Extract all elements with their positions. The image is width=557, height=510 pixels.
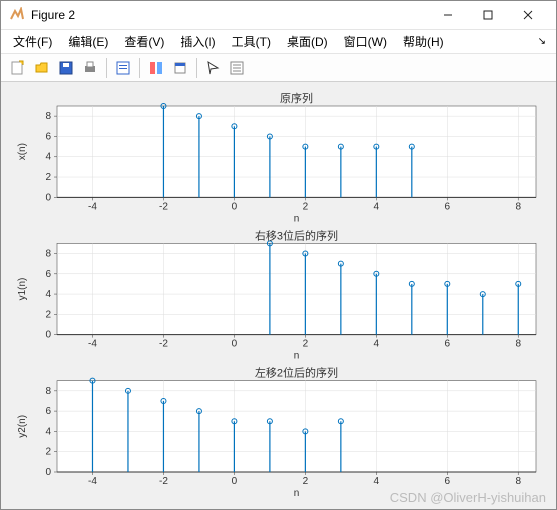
svg-text:8: 8 [45, 248, 51, 259]
svg-text:4: 4 [374, 339, 380, 350]
svg-text:2: 2 [45, 172, 51, 183]
svg-text:6: 6 [45, 269, 51, 280]
titlebar[interactable]: Figure 2 [1, 1, 556, 30]
menu-file[interactable]: 文件(F) [7, 31, 58, 52]
svg-text:-4: -4 [88, 476, 97, 487]
insert-colorbar-button[interactable] [169, 57, 191, 79]
close-button[interactable] [508, 1, 548, 29]
window-title: Figure 2 [31, 8, 428, 22]
menu-edit[interactable]: 编辑(E) [62, 31, 114, 52]
menu-view[interactable]: 查看(V) [118, 31, 170, 52]
svg-text:2: 2 [303, 339, 309, 350]
menu-tools[interactable]: 工具(T) [226, 31, 277, 52]
svg-text:6: 6 [445, 201, 451, 212]
matlab-icon [9, 7, 25, 23]
svg-text:-4: -4 [88, 201, 97, 212]
open-property-inspector-button[interactable] [226, 57, 248, 79]
maximize-button[interactable] [468, 1, 508, 29]
print-button[interactable] [79, 57, 101, 79]
svg-text:2: 2 [45, 447, 51, 458]
svg-text:n: n [294, 351, 300, 362]
window-buttons [428, 1, 548, 29]
svg-text:2: 2 [303, 476, 309, 487]
svg-text:8: 8 [515, 201, 521, 212]
svg-text:8: 8 [45, 386, 51, 397]
save-button[interactable] [55, 57, 77, 79]
svg-text:0: 0 [45, 192, 51, 203]
figure-window: Figure 2 文件(F) 编辑(E) 查看(V) 插入(I) 工具(T) 桌… [0, 0, 557, 510]
svg-text:6: 6 [45, 406, 51, 417]
open-button[interactable] [31, 57, 53, 79]
svg-text:8: 8 [515, 476, 521, 487]
svg-text:8: 8 [45, 111, 51, 122]
svg-text:左移2位后的序列: 左移2位后的序列 [255, 366, 338, 380]
svg-text:0: 0 [45, 467, 51, 478]
svg-text:0: 0 [232, 201, 238, 212]
new-figure-button[interactable] [7, 57, 29, 79]
menu-desktop[interactable]: 桌面(D) [281, 31, 334, 52]
svg-text:-2: -2 [159, 201, 168, 212]
svg-text:2: 2 [45, 309, 51, 320]
menubar: 文件(F) 编辑(E) 查看(V) 插入(I) 工具(T) 桌面(D) 窗口(W… [1, 30, 556, 54]
svg-text:n: n [294, 213, 300, 224]
svg-text:4: 4 [45, 289, 51, 300]
svg-text:6: 6 [445, 476, 451, 487]
menu-window[interactable]: 窗口(W) [338, 31, 393, 52]
svg-text:4: 4 [45, 426, 51, 437]
svg-text:-4: -4 [88, 339, 97, 350]
svg-text:y1(n): y1(n) [17, 278, 28, 301]
print-preview-button[interactable] [112, 57, 134, 79]
svg-text:原序列: 原序列 [280, 91, 313, 105]
svg-text:8: 8 [515, 339, 521, 350]
menu-help[interactable]: 帮助(H) [397, 31, 450, 52]
svg-text:y2(n): y2(n) [17, 415, 28, 438]
toolbar [1, 54, 556, 82]
minimize-button[interactable] [428, 1, 468, 29]
svg-text:6: 6 [45, 131, 51, 142]
svg-text:0: 0 [232, 339, 238, 350]
svg-text:0: 0 [45, 330, 51, 341]
link-plot-button[interactable] [145, 57, 167, 79]
svg-text:4: 4 [45, 152, 51, 163]
svg-text:2: 2 [303, 201, 309, 212]
svg-text:6: 6 [445, 339, 451, 350]
svg-text:n: n [294, 488, 300, 499]
menu-insert[interactable]: 插入(I) [174, 31, 221, 52]
edit-plot-button[interactable] [202, 57, 224, 79]
figure-area[interactable]: -4 -2 0 2 4 6 8 0 2 4 6 8 原序列 n x(n) -4 -2 0 2 4 6 8 0 2 4 6 8 右移3位… [1, 82, 556, 509]
svg-text:-2: -2 [159, 476, 168, 487]
plots-svg: -4 -2 0 2 4 6 8 0 2 4 6 8 原序列 n x(n) -4 -2 0 2 4 6 8 0 2 4 6 8 右移3位… [7, 90, 550, 502]
svg-text:0: 0 [232, 476, 238, 487]
svg-text:右移3位后的序列: 右移3位后的序列 [255, 228, 338, 242]
svg-text:4: 4 [374, 476, 380, 487]
svg-text:4: 4 [374, 201, 380, 212]
svg-text:x(n): x(n) [17, 143, 28, 160]
svg-text:-2: -2 [159, 339, 168, 350]
menu-overflow-icon[interactable]: ↘ [538, 36, 550, 47]
